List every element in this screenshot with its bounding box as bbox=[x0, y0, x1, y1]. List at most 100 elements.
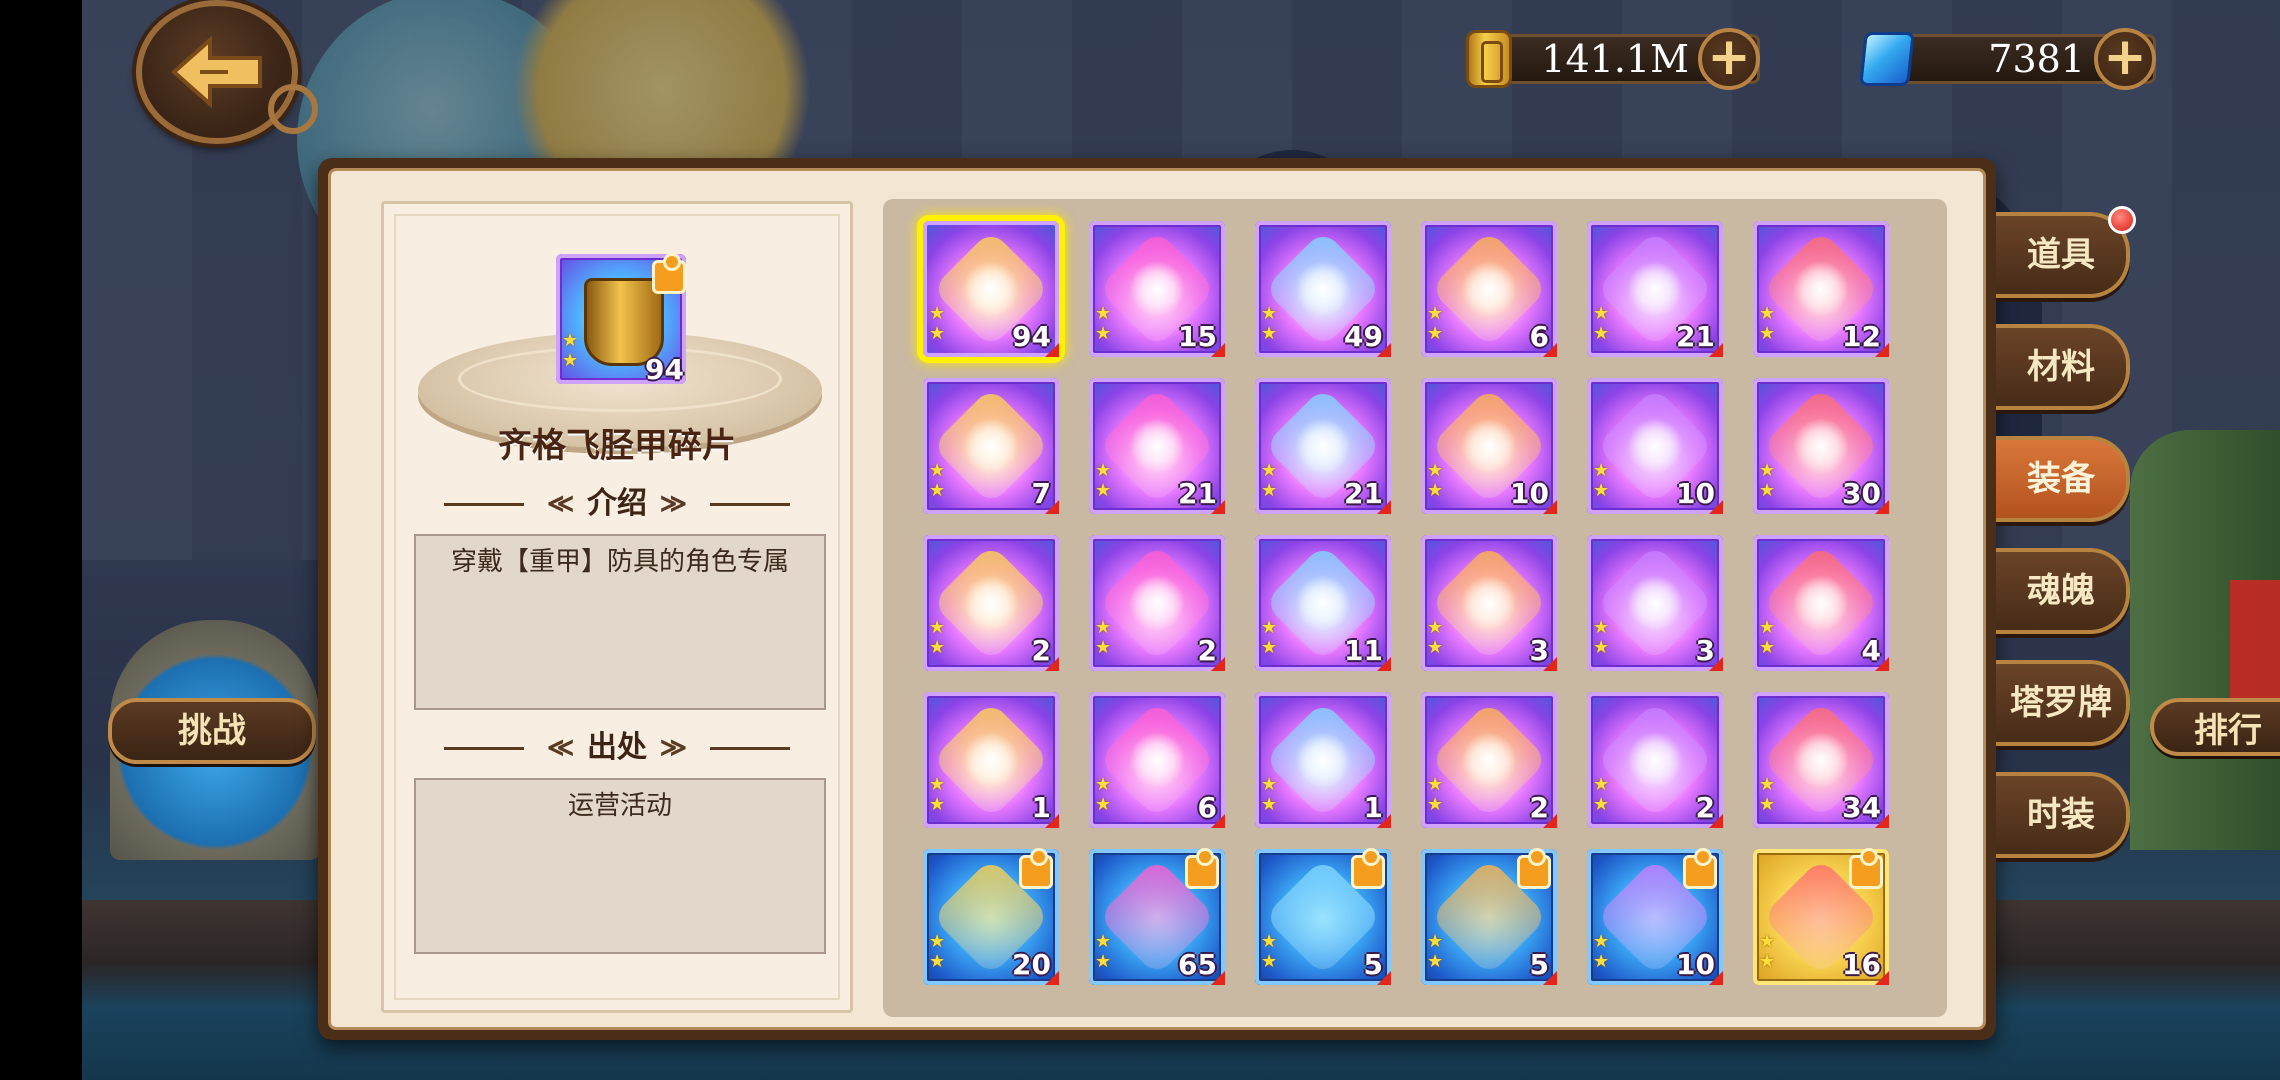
star-icon: ★ bbox=[562, 330, 579, 351]
inventory-slot[interactable]: ★ ★ 16 bbox=[1753, 848, 1889, 985]
star-icon: ★ bbox=[929, 460, 946, 481]
add-gold-button[interactable]: + bbox=[1698, 28, 1760, 90]
slot-quantity: 2 bbox=[1197, 634, 1217, 667]
gold-currency: 141.1M + bbox=[1466, 28, 1760, 90]
star-icon: ★ bbox=[1427, 931, 1444, 952]
slot-quantity: 3 bbox=[1695, 634, 1715, 667]
tab-1[interactable]: 材料 bbox=[1996, 324, 2130, 410]
inventory-slot[interactable]: ★ ★ 2 bbox=[1421, 692, 1557, 828]
puzzle-piece-icon bbox=[1849, 848, 1883, 889]
star-icon: ★ bbox=[1095, 480, 1112, 501]
star-icon: ★ bbox=[562, 350, 579, 371]
star-icon: ★ bbox=[1095, 303, 1112, 324]
slot-quantity: 7 bbox=[1031, 477, 1051, 510]
screen-bezel bbox=[0, 0, 82, 1080]
sparkle-effect bbox=[1295, 732, 1351, 788]
sparkle-effect bbox=[963, 732, 1019, 788]
slot-quantity: 65 bbox=[1178, 948, 1217, 981]
back-button-ring bbox=[268, 84, 318, 134]
inventory-panel-inner: ★ ★ 94 齐格飞胫甲碎片 介绍 穿戴【重甲】防具的角色专属 出处 运营活动 bbox=[328, 168, 1986, 1030]
inventory-slot[interactable]: ★ ★ 1 bbox=[1255, 692, 1391, 828]
star-icon: ★ bbox=[1593, 460, 1610, 481]
star-icon: ★ bbox=[1759, 951, 1776, 972]
sparkle-effect bbox=[1295, 575, 1351, 631]
star-icon: ★ bbox=[1759, 303, 1776, 324]
selected-item-quantity: 94 bbox=[645, 353, 684, 386]
sparkle-effect bbox=[1461, 261, 1517, 317]
puzzle-piece-icon bbox=[1185, 848, 1219, 889]
inventory-slot[interactable]: ★ ★ 7 bbox=[923, 378, 1059, 514]
sparkle-effect bbox=[1793, 418, 1849, 474]
star-icon: ★ bbox=[1593, 774, 1610, 795]
red-dot-icon bbox=[2108, 206, 2136, 234]
inventory-slot[interactable]: ★ ★ 34 bbox=[1753, 692, 1889, 828]
rank-label[interactable]: 排行 bbox=[2150, 698, 2280, 756]
inventory-slot[interactable]: ★ ★ 10 bbox=[1587, 378, 1723, 514]
game-screen: 挑战 排行 141.1M + 7381 + ★ ★ 94 齐格飞胫甲碎片 ≪ 介… bbox=[0, 0, 2280, 1080]
star-icon: ★ bbox=[1261, 774, 1278, 795]
tab-3[interactable]: 魂魄 bbox=[1996, 548, 2130, 634]
inventory-slot[interactable]: ★ ★ 6 bbox=[1089, 692, 1225, 828]
star-icon: ★ bbox=[1759, 774, 1776, 795]
inventory-slot[interactable]: ★ ★ 1 bbox=[923, 692, 1059, 828]
inventory-slot[interactable]: ★ ★ 5 bbox=[1255, 848, 1391, 985]
inventory-slot[interactable]: ★ ★ 10 bbox=[1421, 378, 1557, 514]
inventory-slot[interactable]: ★ ★ 2 bbox=[923, 535, 1059, 671]
star-icon: ★ bbox=[929, 617, 946, 638]
inventory-slot[interactable]: ★ ★ 21 bbox=[1587, 221, 1723, 357]
slot-quantity: 20 bbox=[1012, 948, 1051, 981]
inventory-slot[interactable]: ★ ★ 94 bbox=[923, 221, 1059, 357]
puzzle-piece-icon bbox=[1517, 848, 1551, 889]
back-arrow-icon bbox=[170, 35, 262, 109]
inventory-slot[interactable]: ★ ★ 2 bbox=[1089, 535, 1225, 671]
star-icon: ★ bbox=[929, 774, 946, 795]
inventory-slot[interactable]: ★ ★ 6 bbox=[1421, 221, 1557, 357]
inventory-slot[interactable]: ★ ★ 11 bbox=[1255, 535, 1391, 671]
selected-item-icon: ★ ★ 94 bbox=[556, 253, 692, 390]
star-icon: ★ bbox=[1593, 480, 1610, 501]
inventory-slot[interactable]: ★ ★ 21 bbox=[1255, 378, 1391, 514]
star-icon: ★ bbox=[1593, 637, 1610, 658]
slot-quantity: 21 bbox=[1676, 320, 1715, 353]
source-heading-text: 出处 bbox=[541, 728, 693, 768]
source-heading: 出处 bbox=[444, 728, 790, 768]
inventory-slot[interactable]: ★ ★ 5 bbox=[1421, 848, 1557, 985]
star-icon: ★ bbox=[1095, 774, 1112, 795]
inventory-slot[interactable]: ★ ★ 21 bbox=[1089, 378, 1225, 514]
sparkle-effect bbox=[1129, 732, 1185, 788]
inventory-slot[interactable]: ★ ★ 49 bbox=[1255, 221, 1391, 357]
inventory-slot[interactable]: ★ ★ 3 bbox=[1421, 535, 1557, 671]
inventory-slot[interactable]: ★ ★ 3 bbox=[1587, 535, 1723, 671]
inventory-slot[interactable]: ★ ★ 2 bbox=[1587, 692, 1723, 828]
gem-currency: 7381 + bbox=[1859, 28, 2156, 90]
star-icon: ★ bbox=[1593, 617, 1610, 638]
add-gem-button[interactable]: + bbox=[2094, 28, 2156, 90]
item-grid: ★ ★ 94 ★ ★ 15 ★ ★ 49 ★ ★ 6 ★ ★ 21 ★ ★ 12 ★ ★ 7 ★ ★ 21 ★ ★ 21 ★ ★ 10 ★ ★… bbox=[883, 199, 1947, 1017]
tab-4[interactable]: 塔罗牌 bbox=[1996, 660, 2130, 746]
star-icon: ★ bbox=[1261, 303, 1278, 324]
inventory-slot[interactable]: ★ ★ 20 bbox=[923, 848, 1059, 985]
challenge-label[interactable]: 挑战 bbox=[108, 698, 316, 764]
inventory-slot[interactable]: ★ ★ 12 bbox=[1753, 221, 1889, 357]
slot-quantity: 6 bbox=[1197, 791, 1217, 824]
slot-quantity: 6 bbox=[1529, 320, 1549, 353]
inventory-slot[interactable]: ★ ★ 30 bbox=[1753, 378, 1889, 514]
sparkle-effect bbox=[1129, 261, 1185, 317]
slot-quantity: 2 bbox=[1031, 634, 1051, 667]
slot-quantity: 16 bbox=[1842, 948, 1881, 981]
inventory-slot[interactable]: ★ ★ 65 bbox=[1089, 848, 1225, 985]
inventory-slot[interactable]: ★ ★ 4 bbox=[1753, 535, 1889, 671]
inventory-slot[interactable]: ★ ★ 10 bbox=[1587, 848, 1723, 985]
star-icon: ★ bbox=[1593, 794, 1610, 815]
slot-quantity: 5 bbox=[1529, 948, 1549, 981]
star-icon: ★ bbox=[1427, 617, 1444, 638]
star-icon: ★ bbox=[1095, 931, 1112, 952]
star-icon: ★ bbox=[1261, 480, 1278, 501]
tab-2[interactable]: 装备 bbox=[1996, 436, 2130, 522]
puzzle-piece-icon bbox=[1019, 848, 1053, 889]
star-icon: ★ bbox=[1427, 951, 1444, 972]
blue-gem-icon bbox=[1859, 32, 1915, 86]
sparkle-effect bbox=[1129, 418, 1185, 474]
inventory-slot[interactable]: ★ ★ 15 bbox=[1089, 221, 1225, 357]
tab-5[interactable]: 时装 bbox=[1996, 772, 2130, 858]
